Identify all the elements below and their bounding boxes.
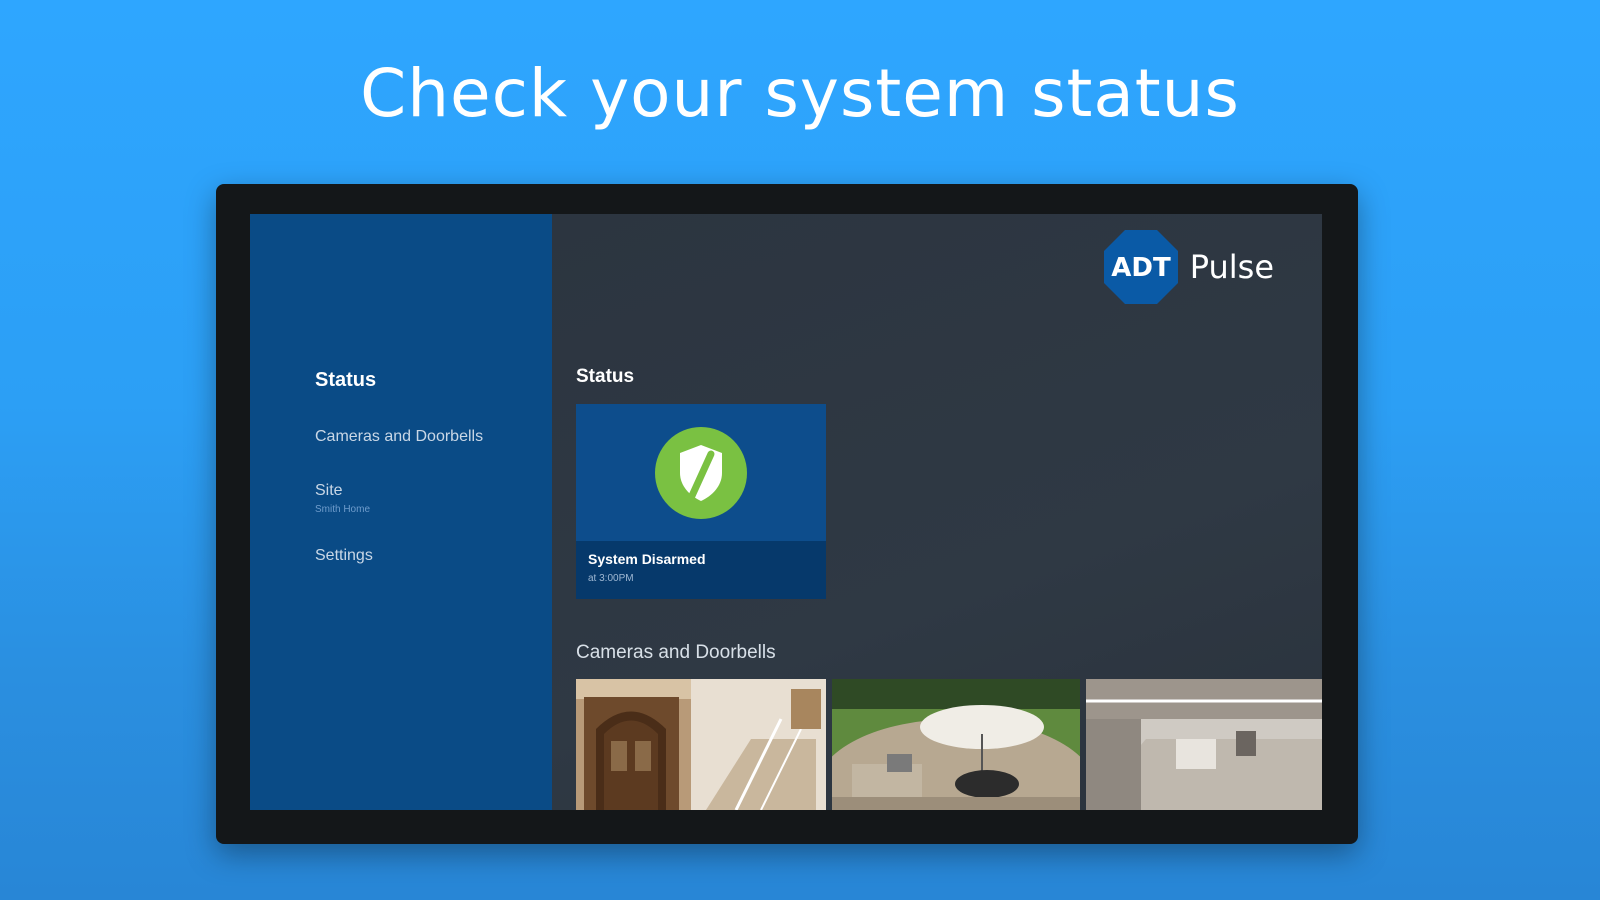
camera-thumbnail-garage[interactable] [1086, 679, 1322, 810]
adt-logo-mark: ADT [1111, 253, 1171, 283]
camera-thumbnail-backyard[interactable] [832, 679, 1080, 810]
sidebar-item-label: Cameras and Doorbells [315, 428, 484, 445]
adt-pulse-logo: ADT Pulse [1102, 228, 1274, 306]
camera-thumbnail-entry-door[interactable] [576, 679, 826, 810]
sidebar: Status Cameras and Doorbells Site Smith … [250, 214, 552, 810]
status-card[interactable]: System Disarmed at 3:00PM [576, 404, 826, 599]
shield-check-icon [654, 426, 748, 520]
page-headline: Check your system status [360, 55, 1240, 132]
garage-interior-image [1086, 679, 1322, 810]
site-name: Smith Home [315, 504, 371, 515]
entry-door-image [576, 679, 826, 810]
tv-screen: Status Cameras and Doorbells Site Smith … [250, 214, 1322, 810]
sidebar-item-label: Settings [315, 547, 373, 564]
sidebar-item-cameras[interactable]: Cameras and Doorbells [315, 428, 483, 446]
backyard-patio-image [832, 679, 1080, 810]
adt-octagon-icon: ADT [1103, 230, 1178, 304]
status-card-footer: System Disarmed at 3:00PM [576, 541, 826, 599]
status-section-title: Status [576, 366, 635, 387]
main-content: ADT Pulse Status System Disarmed at 3:00… [552, 214, 1322, 810]
sidebar-item-label: Status [315, 369, 377, 391]
sidebar-item-site[interactable]: Site Smith Home [315, 482, 370, 515]
status-card-title: System Disarmed [588, 551, 706, 567]
tv-frame: Status Cameras and Doorbells Site Smith … [216, 184, 1358, 844]
logo-word: Pulse [1189, 248, 1274, 286]
sidebar-item-status[interactable]: Status [315, 369, 376, 392]
cameras-section-title: Cameras and Doorbells [576, 642, 776, 663]
status-card-subtitle: at 3:00PM [588, 573, 634, 584]
sidebar-item-label: Site [315, 482, 343, 499]
sidebar-item-settings[interactable]: Settings [315, 547, 373, 565]
